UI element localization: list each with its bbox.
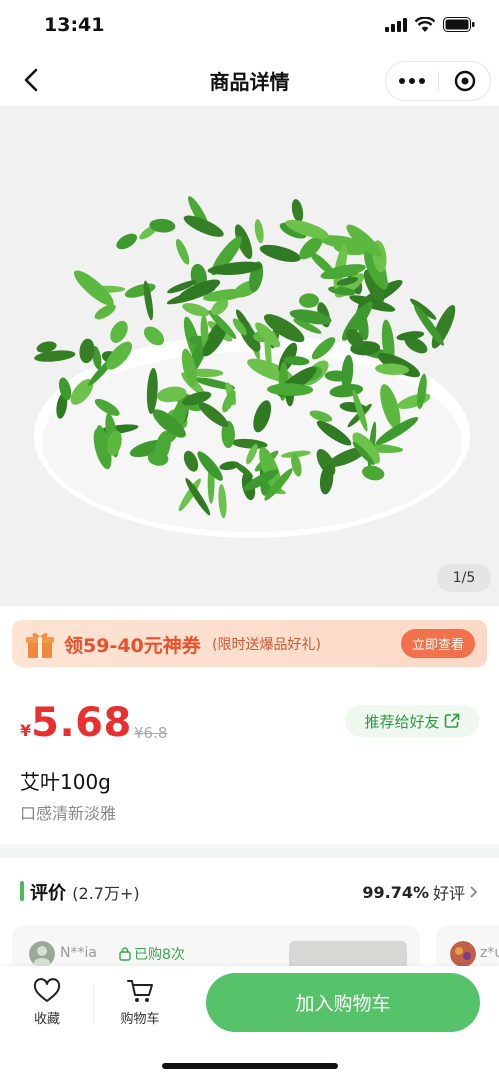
chevron-right-icon bbox=[470, 886, 478, 898]
reviews-count: (2.7万+) bbox=[72, 884, 140, 903]
product-name: 艾叶100g bbox=[20, 770, 111, 794]
price-value: 5.68 bbox=[31, 700, 132, 746]
signal-icon bbox=[385, 17, 407, 32]
image-counter: 1/5 bbox=[437, 564, 491, 592]
view-coupon-button[interactable]: 立即查看 bbox=[401, 629, 475, 658]
more-button[interactable] bbox=[386, 62, 438, 100]
reviews-rating-link[interactable]: 99.74% 好评 bbox=[362, 880, 479, 904]
add-to-cart-button[interactable]: 加入购物车 bbox=[206, 973, 480, 1032]
miniapp-capsule bbox=[385, 61, 491, 101]
current-price: ¥5.68 bbox=[20, 700, 132, 746]
share-label: 推荐给好友 bbox=[364, 712, 440, 731]
cart-button[interactable]: 购物车 bbox=[114, 978, 166, 1027]
avatar bbox=[29, 941, 55, 967]
favorite-button[interactable]: 收藏 bbox=[26, 978, 68, 1027]
nav-bar: 商品详情 bbox=[0, 54, 499, 106]
more-icon bbox=[399, 78, 405, 84]
leaf-shape bbox=[291, 199, 304, 223]
share-button[interactable]: 推荐给好友 bbox=[345, 705, 479, 737]
home-indicator bbox=[162, 1063, 338, 1069]
original-price: ¥6.8 bbox=[134, 724, 168, 742]
product-description: 口感清新淡雅 bbox=[20, 804, 117, 823]
coupon-banner[interactable]: 领59-40元神券 (限时送爆品好礼) 立即查看 bbox=[12, 620, 487, 667]
battery-icon bbox=[443, 17, 475, 32]
favorite-label: 收藏 bbox=[33, 1012, 60, 1027]
leaf-shape bbox=[124, 283, 156, 298]
heart-icon bbox=[33, 978, 61, 1002]
positive-rate-label: 好评 bbox=[432, 884, 465, 903]
target-icon bbox=[454, 70, 475, 92]
leaf-shape bbox=[254, 219, 264, 244]
wifi-icon bbox=[415, 17, 435, 32]
reviewer-name: N**ia bbox=[60, 945, 97, 961]
leaf-shape bbox=[182, 303, 210, 317]
avatar bbox=[450, 941, 476, 967]
coupon-subtitle: (限时送爆品好礼) bbox=[212, 637, 321, 653]
product-image[interactable] bbox=[0, 106, 499, 606]
section-accent-bar bbox=[20, 881, 24, 901]
purchase-badge: 已购8次 bbox=[118, 944, 185, 964]
leaf-shape bbox=[259, 244, 301, 262]
leaf-shape bbox=[175, 238, 190, 265]
currency-symbol: ¥ bbox=[20, 721, 32, 740]
status-bar: 13:41 bbox=[0, 0, 499, 54]
share-icon bbox=[444, 713, 459, 728]
tab-divider bbox=[93, 984, 94, 1024]
cart-label: 购物车 bbox=[120, 1012, 160, 1027]
status-time: 13:41 bbox=[44, 14, 105, 36]
purchase-count: 已购8次 bbox=[134, 947, 185, 963]
close-miniapp-button[interactable] bbox=[439, 62, 490, 100]
coupon-title: 领59-40元神券 bbox=[64, 635, 201, 657]
gift-icon bbox=[26, 633, 54, 658]
cart-icon bbox=[127, 980, 153, 1002]
bag-icon bbox=[119, 947, 131, 961]
leaf-shape bbox=[299, 293, 319, 308]
leaf-shape bbox=[116, 233, 138, 250]
positive-rate: 99.74% bbox=[362, 882, 429, 902]
status-icons bbox=[385, 17, 475, 32]
reviewer-name: z*u bbox=[480, 945, 499, 961]
reviews-title: 评价 (2.7万+) bbox=[30, 879, 140, 905]
mugwort-leaves-image bbox=[34, 196, 470, 538]
reviews-title-label: 评价 bbox=[30, 883, 66, 904]
